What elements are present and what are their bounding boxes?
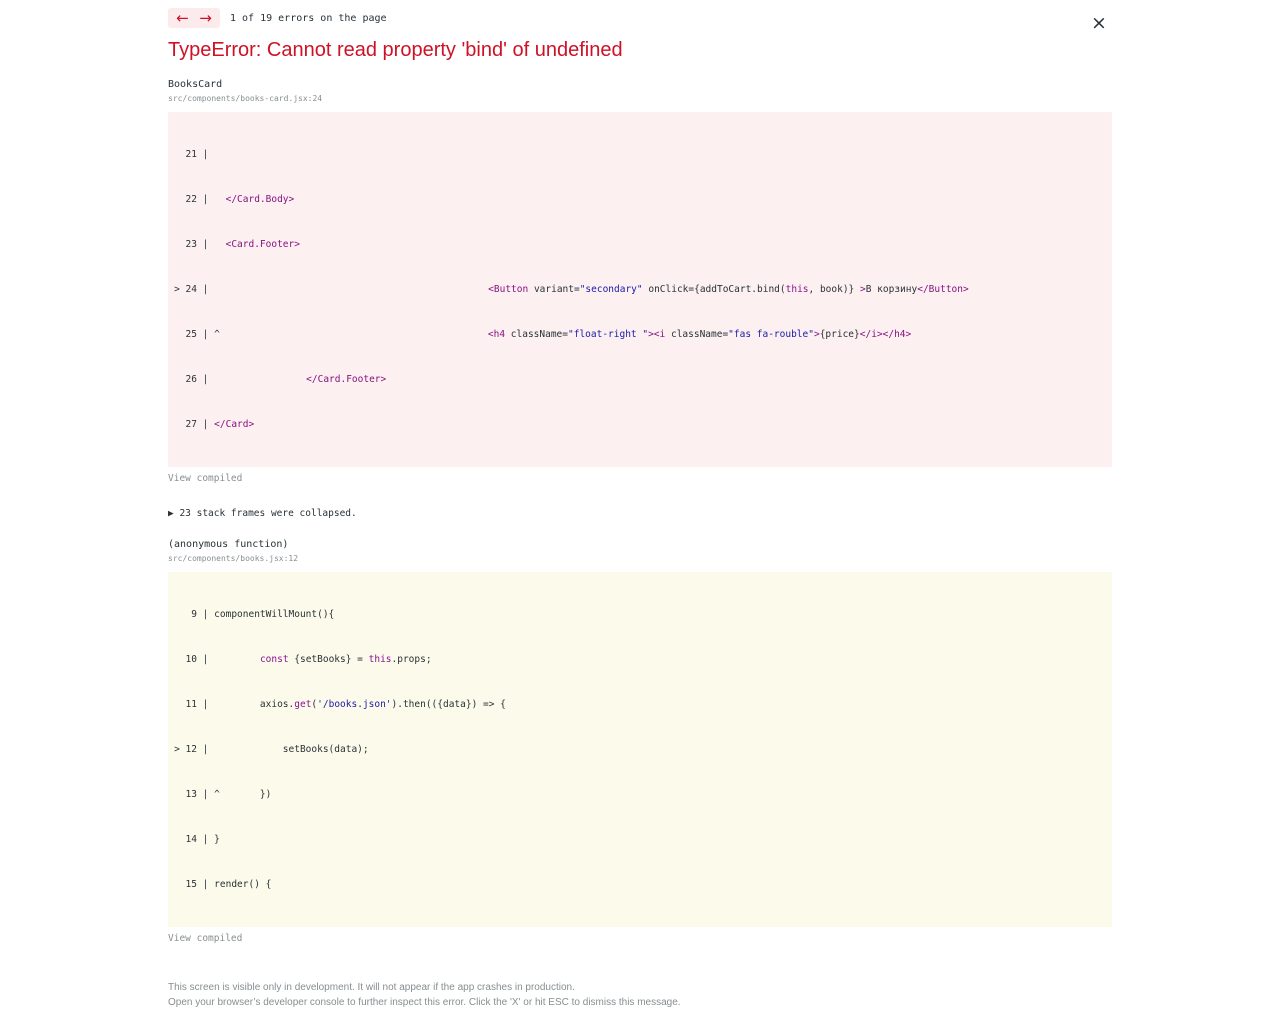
collapsed-frames-toggle[interactable]: ▶ 23 stack frames were collapsed. [168, 508, 1112, 520]
stack-frame: (anonymous function) src/components/book… [168, 539, 1112, 945]
code-line: 22 | </Card.Body> [185, 194, 295, 205]
footer-line-2: Open your browser’s developer console to… [168, 997, 681, 1008]
error-count: 1 of 19 errors on the page [230, 12, 387, 24]
code-line: 13 | ^ }) [185, 789, 272, 800]
error-title: TypeError: Cannot read property 'bind' o… [168, 39, 623, 61]
code-line: 11 | axios. get('/books.json').then(({dat… [185, 699, 506, 710]
frame-file-path: src/components/books-card.jsx:24 [168, 94, 323, 103]
code-line: 25 | ^ <h4 className= "float-right " ><i cl… [185, 329, 912, 340]
view-compiled-link[interactable]: View compiled [168, 933, 1112, 945]
code-line-highlighted: > 24 | <Button variant= "secondary" onCli… [174, 284, 969, 295]
error-overlay: ← → 1 of 19 errors on the page TypeError… [168, 8, 1112, 1010]
nav-arrows: ← → [168, 8, 220, 28]
frame-function-name: BooksCard [168, 79, 223, 90]
code-snippet: 21 | 22 | </Card.Body> 23 | <Card.Footer… [168, 112, 1112, 467]
code-line: 9 | componentWillMount(){ [191, 609, 335, 620]
next-error-button[interactable]: → [194, 8, 217, 28]
code-line: 15 | render() { [185, 879, 272, 890]
error-navigation: ← → 1 of 19 errors on the page [168, 8, 1112, 28]
close-icon[interactable]: × [1091, 14, 1107, 33]
frame-file-path: src/components/books.jsx:12 [168, 554, 299, 563]
code-snippet: 9 | componentWillMount(){ 10 | const {se… [168, 572, 1112, 927]
code-line: 23 | <Card.Footer> [185, 239, 300, 250]
code-line: 10 | const {setBooks} = this .props; [185, 654, 432, 665]
code-line: 27 | </Card> [185, 419, 255, 430]
code-line: 14 | } [185, 834, 220, 845]
code-line: 21 | [185, 149, 215, 160]
frame-function-name: (anonymous function) [168, 539, 289, 550]
footer-line-1: This screen is visible only in developme… [168, 982, 575, 993]
code-line-highlighted: > 12 | setBooks(data); [174, 744, 369, 755]
stack-frame: BooksCard src/components/books-card.jsx:… [168, 79, 1112, 485]
prev-error-button[interactable]: ← [171, 8, 194, 28]
code-line: 26 | </Card.Footer> [185, 374, 387, 385]
view-compiled-link[interactable]: View compiled [168, 473, 1112, 485]
footer-message: This screen is visible only in developme… [168, 980, 1112, 1010]
